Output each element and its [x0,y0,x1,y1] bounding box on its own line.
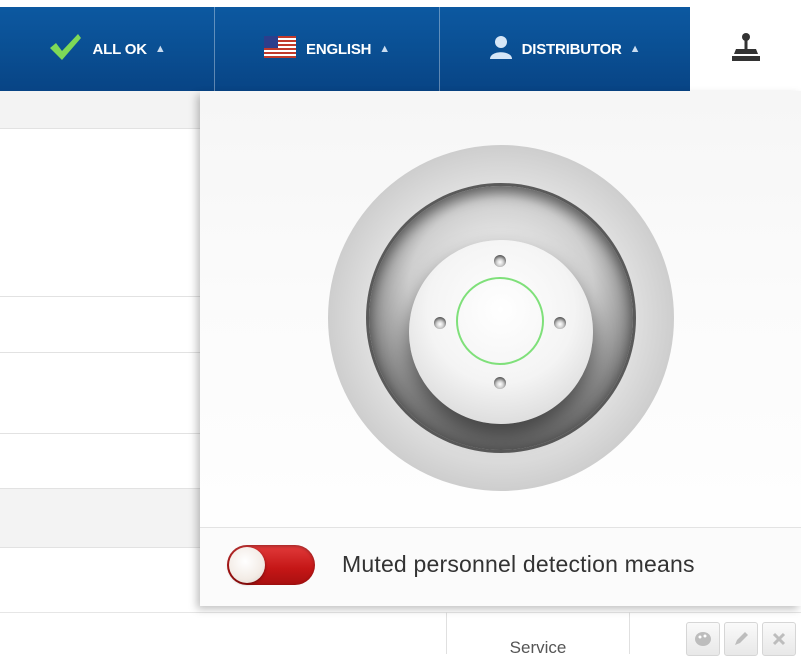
row-divider [0,547,210,548]
muted-detection-toggle[interactable] [227,545,315,585]
checkmark-icon [48,32,82,66]
caret-up-icon: ▲ [154,43,166,55]
language-menu[interactable]: ENGLISH ▲ [215,7,439,91]
close-icon[interactable] [762,622,796,656]
edit-icon[interactable] [724,622,758,656]
row-divider [0,128,210,129]
palette-icon[interactable] [686,622,720,656]
joystick-icon [731,32,760,67]
joystick-dot-right [554,317,566,329]
us-flag-icon [264,36,297,62]
toggle-label: Muted personnel detection means [342,551,695,577]
row-divider [0,296,210,297]
joystick-dot-left [434,317,446,329]
row-divider [0,433,210,434]
toggle-knob [229,547,265,583]
row-actions [686,622,796,656]
caret-up-icon: ▲ [629,43,641,55]
table-row-shaded [0,489,210,547]
popup-footer: Muted personnel detection means [200,527,801,606]
status-label: ALL OK [92,40,147,58]
status-menu[interactable]: ALL OK ▲ [0,7,214,91]
row-divider [0,612,801,613]
user-label: DISTRIBUTOR [521,40,622,58]
table-cell-role: Service [446,612,630,657]
joystick-dot-up [494,255,506,267]
role-text: Service [509,638,567,657]
joystick-menu[interactable] [690,7,801,91]
row-divider [0,352,210,353]
user-menu[interactable]: DISTRIBUTOR ▲ [440,7,690,91]
joystick-popup: Muted personnel detection means [200,91,801,606]
joystick-control[interactable] [328,145,674,491]
caret-up-icon: ▲ [379,43,390,55]
top-strip [0,0,801,7]
table-row-shaded [0,91,210,128]
joystick-indicator-ring [456,277,544,365]
joystick-dot-down [494,377,506,389]
user-icon [489,35,512,63]
language-label: ENGLISH [306,40,372,58]
top-bar: ALL OK ▲ ENGLISH ▲ DISTRIBUTOR ▲ [0,0,801,91]
